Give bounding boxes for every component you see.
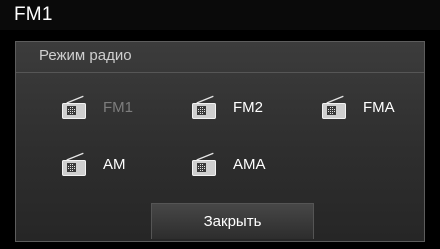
- option-label: FM2: [233, 98, 263, 116]
- option-am[interactable]: AM: [59, 146, 126, 182]
- dialog-header: Режим радио: [16, 42, 424, 73]
- radio-icon: [59, 149, 89, 179]
- option-ama[interactable]: AMA: [189, 146, 266, 182]
- option-label: FMA: [363, 98, 395, 116]
- radio-icon: [59, 92, 89, 122]
- radio-icon: [189, 92, 219, 122]
- radio-mode-dialog: Режим радио FM1 FM2 FMA AM AMA Закрыть: [15, 41, 425, 242]
- close-button-label: Закрыть: [203, 213, 262, 230]
- option-label: AM: [103, 155, 126, 173]
- dialog-title: Режим радио: [39, 47, 132, 64]
- option-label: AMA: [233, 155, 266, 173]
- radio-icon: [319, 92, 349, 122]
- title-bar: FM1: [0, 0, 440, 30]
- option-fm2[interactable]: FM2: [189, 89, 263, 125]
- close-button[interactable]: Закрыть: [151, 203, 314, 239]
- radio-icon: [189, 149, 219, 179]
- page-title: FM1: [14, 4, 53, 25]
- option-fma[interactable]: FMA: [319, 89, 395, 125]
- option-fm1[interactable]: FM1: [59, 89, 133, 125]
- option-label: FM1: [103, 98, 133, 116]
